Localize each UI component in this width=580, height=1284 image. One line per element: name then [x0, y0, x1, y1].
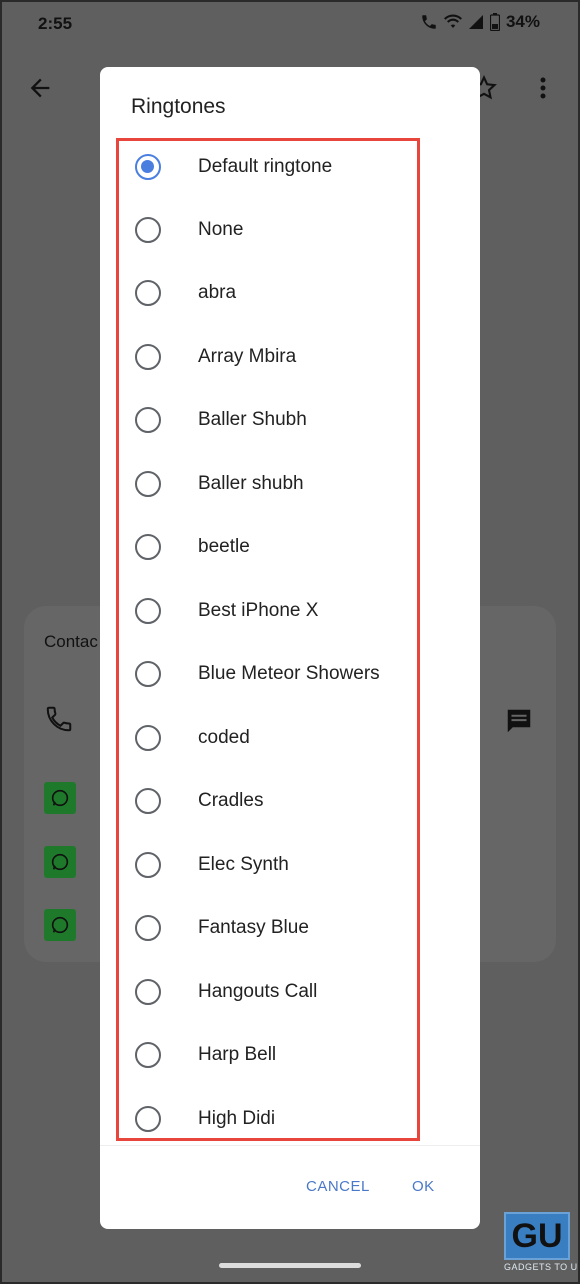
phone-icon[interactable]: [44, 704, 74, 739]
dialog-title: Ringtones: [131, 95, 226, 118]
ringtone-option[interactable]: Array Mbira: [119, 331, 417, 394]
ringtone-label: Blue Meteor Showers: [198, 663, 380, 684]
ringtone-label: Baller shubh: [198, 473, 304, 494]
radio-button[interactable]: [135, 534, 161, 560]
radio-button[interactable]: [135, 979, 161, 1005]
ringtone-option[interactable]: abra: [119, 267, 417, 330]
status-bar: 2:55 34%: [0, 0, 580, 50]
whatsapp-icon[interactable]: [44, 782, 76, 814]
ringtone-option[interactable]: Cradles: [119, 775, 417, 838]
watermark: GU GADGETS TO USE: [504, 1212, 580, 1278]
ringtone-option[interactable]: Hangouts Call: [119, 966, 417, 1029]
wifi-calling-icon: [422, 15, 436, 29]
ringtone-label: Best iPhone X: [198, 600, 319, 621]
whatsapp-icon[interactable]: [44, 846, 76, 878]
radio-button[interactable]: [135, 788, 161, 814]
radio-button[interactable]: [135, 661, 161, 687]
ringtone-label: High Didi: [198, 1108, 276, 1129]
contact-section-title: Contac: [44, 632, 98, 651]
radio-button[interactable]: [135, 1106, 161, 1132]
radio-button[interactable]: [135, 852, 161, 878]
radio-button[interactable]: [135, 344, 161, 370]
radio-button[interactable]: [135, 154, 161, 180]
ringtone-label: Cradles: [198, 790, 264, 811]
signal-icon: [468, 15, 483, 29]
radio-button[interactable]: [135, 217, 161, 243]
ringtone-option[interactable]: High Didi: [119, 1093, 417, 1138]
wifi-icon: [443, 14, 462, 28]
ringtone-label: Baller Shubh: [198, 409, 307, 430]
gesture-nav-handle[interactable]: [219, 1263, 361, 1268]
ringtone-label: abra: [198, 282, 237, 303]
back-arrow-icon[interactable]: [26, 74, 54, 107]
ringtone-label: Hangouts Call: [198, 981, 318, 1002]
battery-percent: 34%: [505, 12, 540, 31]
dialog-divider: [100, 1145, 480, 1146]
cancel-button[interactable]: CANCEL: [306, 1178, 370, 1195]
radio-button[interactable]: [135, 471, 161, 497]
ringtone-label: Default ringtone: [198, 156, 333, 177]
radio-button[interactable]: [135, 1042, 161, 1068]
ringtone-label: coded: [198, 727, 250, 748]
radio-button[interactable]: [135, 407, 161, 433]
ringtones-dialog: Ringtones Default ringtone None abra Arr…: [100, 67, 480, 1229]
more-options-icon[interactable]: [532, 74, 554, 107]
ringtone-option[interactable]: Fantasy Blue: [119, 902, 417, 965]
ringtone-option[interactable]: coded: [119, 712, 417, 775]
battery-icon: [489, 13, 500, 31]
ringtone-option[interactable]: beetle: [119, 521, 417, 584]
ok-button[interactable]: OK: [412, 1178, 435, 1195]
ringtone-option[interactable]: Harp Bell: [119, 1029, 417, 1092]
status-icons: 34%: [420, 12, 540, 32]
watermark-text: GADGETS TO USE: [504, 1262, 580, 1272]
ringtone-label: beetle: [198, 536, 250, 557]
ringtone-option[interactable]: Blue Meteor Showers: [119, 648, 417, 711]
radio-button[interactable]: [135, 598, 161, 624]
radio-button[interactable]: [135, 280, 161, 306]
message-icon[interactable]: [504, 706, 534, 741]
ringtone-option[interactable]: Baller shubh: [119, 458, 417, 521]
ringtone-option[interactable]: Baller Shubh: [119, 394, 417, 457]
ringtone-list[interactable]: Default ringtone None abra Array Mbira B…: [116, 138, 420, 1141]
ringtone-label: Array Mbira: [198, 346, 297, 367]
watermark-logo: GU: [504, 1212, 570, 1260]
ringtone-option[interactable]: Elec Synth: [119, 839, 417, 902]
ringtone-label: Fantasy Blue: [198, 917, 309, 938]
whatsapp-icon[interactable]: [44, 909, 76, 941]
ringtone-option[interactable]: Best iPhone X: [119, 585, 417, 648]
ringtone-label: Harp Bell: [198, 1044, 277, 1065]
radio-button[interactable]: [135, 915, 161, 941]
ringtone-option[interactable]: Default ringtone: [119, 141, 417, 204]
ringtone-label: Elec Synth: [198, 854, 289, 875]
ringtone-option[interactable]: None: [119, 204, 417, 267]
radio-button[interactable]: [135, 725, 161, 751]
ringtone-label: None: [198, 219, 244, 240]
status-time: 2:55: [38, 14, 73, 33]
